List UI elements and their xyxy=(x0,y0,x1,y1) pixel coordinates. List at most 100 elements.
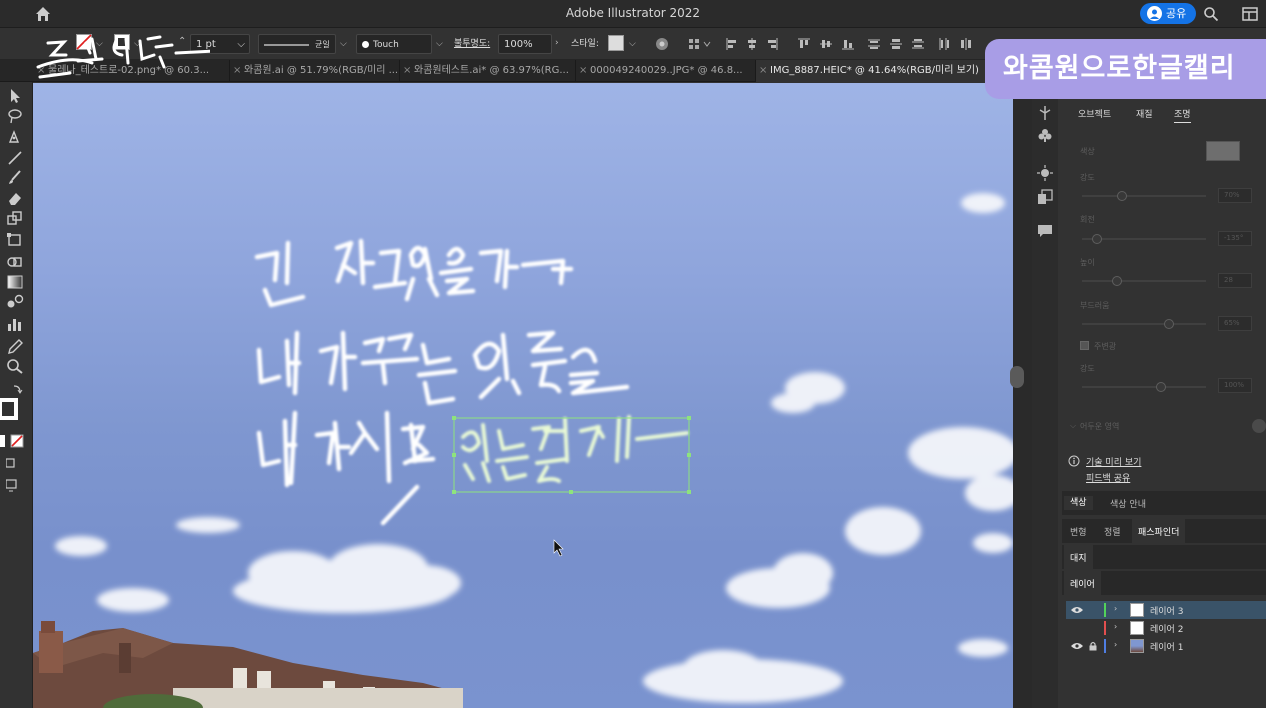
height-value[interactable]: 28 xyxy=(1218,273,1252,288)
chevron-down-icon[interactable]: ⌵ xyxy=(340,39,347,49)
screen-mode-icon[interactable] xyxy=(6,478,24,494)
rotation-knob[interactable] xyxy=(1092,234,1102,244)
layer-row[interactable]: › 레이어 1 xyxy=(1066,637,1266,655)
appearance-sun-icon[interactable] xyxy=(1037,165,1053,181)
tab-color-guide[interactable]: 색상 안내 xyxy=(1110,497,1146,510)
opacity-field[interactable]: 100% xyxy=(498,34,552,54)
eyedropper-tool-icon[interactable] xyxy=(6,338,24,354)
ambient-intensity-value[interactable]: 100% xyxy=(1218,378,1252,393)
tab-transform[interactable]: 변형 xyxy=(1070,525,1087,538)
distribute-top-icon[interactable] xyxy=(868,38,880,50)
selected-calligraphy[interactable] xyxy=(461,415,689,483)
chevron-right-icon[interactable]: › xyxy=(1114,622,1117,631)
graphic-style-swatch[interactable] xyxy=(608,35,624,51)
share-button[interactable]: 공유 xyxy=(1140,3,1196,24)
tab-align[interactable]: 정렬 xyxy=(1104,525,1121,538)
light-color-swatch[interactable] xyxy=(1206,141,1240,161)
dark-area-toggle[interactable] xyxy=(1252,419,1266,433)
layer-name[interactable]: 레이어 3 xyxy=(1150,604,1183,617)
close-icon[interactable]: × xyxy=(403,60,411,82)
align-left-icon[interactable] xyxy=(726,38,738,50)
ambient-intensity-knob[interactable] xyxy=(1156,382,1166,392)
search-icon[interactable] xyxy=(1203,6,1219,22)
comments-icon[interactable] xyxy=(1037,223,1053,239)
symbols-icon[interactable] xyxy=(1037,127,1053,143)
column-graph-tool-icon[interactable] xyxy=(6,316,24,332)
softness-knob[interactable] xyxy=(1164,319,1174,329)
tab-artboards[interactable]: 대지 xyxy=(1064,545,1093,569)
chevron-right-icon[interactable]: › xyxy=(1114,640,1117,649)
free-transform-tool-icon[interactable] xyxy=(6,232,24,248)
eraser-tool-icon[interactable] xyxy=(6,190,24,206)
scale-tool-icon[interactable] xyxy=(6,210,24,226)
color-mode-icons[interactable] xyxy=(0,434,26,448)
document-tab[interactable]: × 와콤원테스트.ai* @ 63.97%(RG... xyxy=(400,60,576,82)
3d-materials-icon[interactable] xyxy=(1037,189,1053,205)
recolor-artwork-icon[interactable] xyxy=(655,37,669,51)
vertical-scrollbar[interactable] xyxy=(1013,83,1032,708)
document-tab[interactable]: × 000049240029..JPG* @ 46.8... xyxy=(576,60,756,82)
tab-color[interactable]: 색상 xyxy=(1064,496,1093,510)
fill-stroke-icon[interactable] xyxy=(0,384,24,424)
chevron-down-icon[interactable]: ⌵ xyxy=(629,39,636,49)
height-slider[interactable] xyxy=(1082,280,1206,282)
align-bottom-icon[interactable] xyxy=(842,38,854,50)
tab-pathfinder[interactable]: 패스파인더 xyxy=(1132,519,1186,543)
softness-slider[interactable] xyxy=(1082,323,1206,325)
zoom-tool-icon[interactable] xyxy=(6,358,24,374)
distribute-hcenter-icon[interactable] xyxy=(960,38,972,50)
draw-mode-icon[interactable] xyxy=(6,456,24,472)
pen-tool-icon[interactable] xyxy=(6,128,24,144)
document-tab-active[interactable]: × IMG_8887.HEIC* @ 41.64%(RGB/미리 보기) xyxy=(756,60,986,82)
tab-object[interactable]: 오브젝트 xyxy=(1078,107,1111,120)
opacity-label[interactable]: 불투명도: xyxy=(454,34,490,54)
layer-name[interactable]: 레이어 1 xyxy=(1150,640,1183,653)
softness-value[interactable]: 65% xyxy=(1218,316,1252,331)
variable-width-profile[interactable]: 균일 xyxy=(258,34,336,54)
ambient-intensity-slider[interactable] xyxy=(1082,386,1206,388)
intensity-value[interactable]: 70% xyxy=(1218,188,1252,203)
intensity-knob[interactable] xyxy=(1117,191,1127,201)
feedback-link[interactable]: 피드백 공유 xyxy=(1086,471,1130,484)
close-icon[interactable]: × xyxy=(579,60,587,82)
close-icon[interactable]: × xyxy=(759,60,767,82)
gradient-tool-icon[interactable] xyxy=(6,274,24,290)
rotation-value[interactable]: -135° xyxy=(1218,231,1252,246)
eye-icon[interactable] xyxy=(1071,641,1083,651)
chevron-right-icon[interactable]: › xyxy=(555,38,559,48)
layer-row[interactable]: › 레이어 3 xyxy=(1066,601,1266,619)
dark-area-chevron-icon[interactable]: ⌵ xyxy=(1070,421,1076,431)
paintbrush-tool-icon[interactable] xyxy=(6,170,24,186)
scrollbar-thumb[interactable] xyxy=(1010,366,1024,388)
layer-row[interactable]: › 레이어 2 xyxy=(1066,619,1266,637)
distribute-left-icon[interactable] xyxy=(938,38,950,50)
close-icon[interactable]: × xyxy=(233,60,241,82)
ambient-checkbox[interactable] xyxy=(1080,341,1089,350)
align-top-icon[interactable] xyxy=(798,38,810,50)
tab-material[interactable]: 재질 xyxy=(1136,107,1153,120)
chevron-right-icon[interactable]: › xyxy=(1114,604,1117,613)
select-similar-icon[interactable] xyxy=(688,37,712,51)
tab-layers[interactable]: 레이어 xyxy=(1064,571,1101,595)
height-knob[interactable] xyxy=(1112,276,1122,286)
brush-definition[interactable]: Touch Call... xyxy=(356,34,432,70)
align-center-v-icon[interactable] xyxy=(820,38,832,50)
artboard-canvas[interactable] xyxy=(33,83,1013,708)
selection-tool-icon[interactable] xyxy=(6,88,24,104)
eye-icon[interactable] xyxy=(1071,605,1083,615)
puppet-warp-icon[interactable] xyxy=(1037,105,1053,121)
align-right-icon[interactable] xyxy=(766,38,778,50)
lasso-tool-icon[interactable] xyxy=(6,108,24,124)
layer-name[interactable]: 레이어 2 xyxy=(1150,622,1183,635)
chevron-down-icon[interactable]: ⌵ xyxy=(436,39,443,49)
shape-builder-tool-icon[interactable] xyxy=(6,254,24,270)
document-tab[interactable]: × 와콤원.ai @ 51.79%(RGB/미리 ... xyxy=(230,60,400,82)
tab-lighting[interactable]: 조명 xyxy=(1174,107,1191,123)
arrange-documents-icon[interactable] xyxy=(1242,7,1258,21)
tech-preview-link[interactable]: 기술 미리 보기 xyxy=(1086,455,1141,468)
distribute-bottom-icon[interactable] xyxy=(912,38,924,50)
line-tool-icon[interactable] xyxy=(6,150,24,166)
align-center-h-icon[interactable] xyxy=(746,38,758,50)
blend-tool-icon[interactable] xyxy=(6,294,24,310)
intensity-slider[interactable] xyxy=(1082,195,1206,197)
